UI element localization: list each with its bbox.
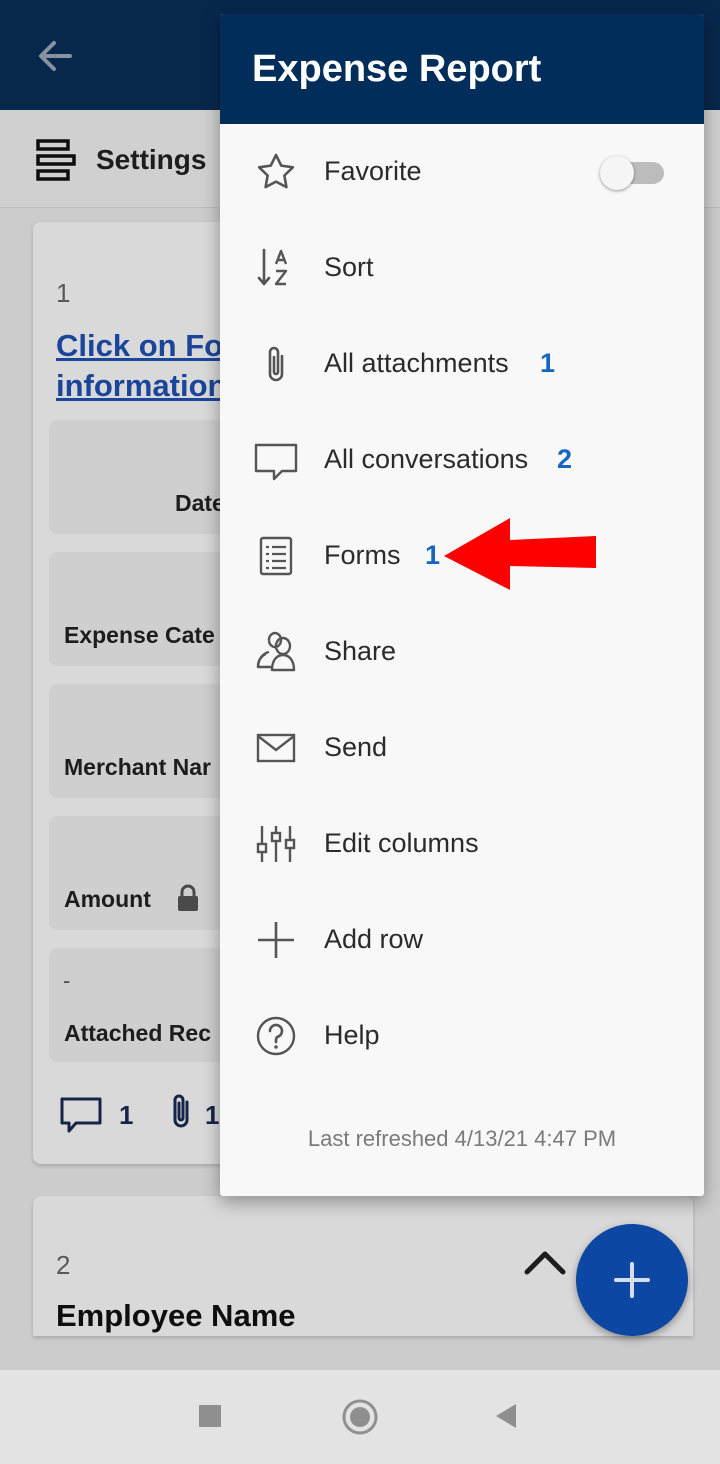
conversations-count-badge: 2 <box>557 444 573 474</box>
plus-icon <box>254 918 298 962</box>
attachments-count-badge: 1 <box>540 348 556 378</box>
menu-item-label: Sort <box>324 252 374 282</box>
menu-item-label: Add row <box>324 924 424 954</box>
menu-item-send[interactable]: Send <box>220 700 704 796</box>
paperclip-icon <box>254 342 298 386</box>
menu-item-label: All attachments <box>324 348 509 378</box>
menu-item-label: Forms <box>324 540 401 570</box>
help-circle-icon <box>254 1014 298 1058</box>
menu-item-favorite[interactable]: Favorite <box>220 124 704 220</box>
toggle-thumb <box>600 156 634 190</box>
menu-item-label: Send <box>324 732 388 762</box>
favorite-toggle[interactable] <box>600 156 666 190</box>
comment-icon <box>254 438 298 482</box>
menu-title: Expense Report <box>252 48 542 90</box>
menu-item-all-attachments[interactable]: All attachments 1 <box>220 316 704 412</box>
sheet-options-menu: Expense Report Favorite Sort All attachm… <box>220 14 704 1196</box>
menu-item-label: Help <box>324 1020 380 1050</box>
menu-item-label: All conversations <box>324 444 529 474</box>
home-circle-icon[interactable] <box>341 1398 379 1441</box>
system-nav-bar <box>0 1370 720 1464</box>
menu-item-share[interactable]: Share <box>220 604 704 700</box>
menu-item-label: Share <box>324 636 397 666</box>
menu-item-sort[interactable]: Sort <box>220 220 704 316</box>
people-icon <box>254 630 298 674</box>
star-icon <box>254 150 298 194</box>
menu-item-all-conversations[interactable]: All conversations 2 <box>220 412 704 508</box>
menu-item-edit-columns[interactable]: Edit columns <box>220 796 704 892</box>
form-icon <box>254 534 298 578</box>
plus-icon <box>614 1262 650 1298</box>
recents-square-icon[interactable] <box>198 1404 222 1433</box>
menu-header: Expense Report <box>220 14 704 124</box>
add-fab-button[interactable] <box>576 1224 688 1336</box>
red-annotation-arrow-icon <box>440 516 600 592</box>
sliders-icon <box>254 822 298 866</box>
menu-item-add-row[interactable]: Add row <box>220 892 704 988</box>
back-triangle-icon[interactable] <box>494 1402 518 1435</box>
envelope-icon <box>254 726 298 770</box>
menu-item-label: Favorite <box>324 156 422 186</box>
sort-az-icon <box>254 246 298 290</box>
forms-count-badge: 1 <box>425 540 441 570</box>
last-refreshed-text: Last refreshed 4/13/21 4:47 PM <box>307 1126 617 1151</box>
menu-item-help[interactable]: Help <box>220 988 704 1084</box>
menu-item-label: Edit columns <box>324 828 479 858</box>
